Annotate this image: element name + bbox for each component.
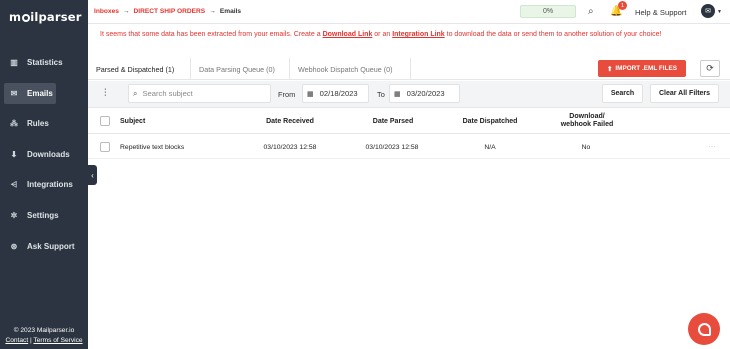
filter-sliders-icon[interactable]: ⫶ bbox=[104, 88, 107, 99]
column-subject[interactable]: Subject bbox=[120, 118, 145, 126]
arrow-right-icon: → bbox=[209, 8, 216, 15]
column-download-failed-line1: Download/ bbox=[569, 113, 605, 120]
extraction-notice: It seems that some data has been extract… bbox=[100, 29, 720, 42]
logo-text-end: ilparser bbox=[30, 10, 82, 24]
to-date-field[interactable]: ▦ 03/20/2023 bbox=[389, 84, 460, 103]
topbar: Inboxes → DIRECT SHIP ORDERS → Emails 0%… bbox=[88, 0, 730, 24]
usage-progress-label: 0% bbox=[542, 8, 554, 15]
tab-webhook-dispatch-queue[interactable]: Webhook Dispatch Queue (0) bbox=[290, 58, 411, 80]
column-download-failed[interactable]: Download/ webhook Failed bbox=[553, 113, 621, 129]
refresh-button[interactable]: ⟳ bbox=[700, 60, 720, 77]
notice-text: It seems that some data has been extract… bbox=[100, 31, 323, 38]
search-button[interactable]: Search bbox=[602, 84, 643, 103]
breadcrumb-inboxes[interactable]: Inboxes bbox=[94, 8, 119, 15]
envelope-icon: ✉ bbox=[705, 8, 711, 15]
arrow-right-icon: → bbox=[122, 8, 130, 15]
filter-bar: ⫶ ⌕ From ▦ 02/18/2023 To ▦ 03/20/2023 Se… bbox=[88, 81, 730, 108]
sidebar-item-label: Settings bbox=[27, 210, 59, 220]
tab-data-parsing-queue[interactable]: Data Parsing Queue (0) bbox=[191, 58, 290, 80]
integration-link[interactable]: Integration Link bbox=[392, 31, 445, 38]
sidebar-item-rules[interactable]: ⁂ Rules bbox=[0, 113, 88, 134]
share-icon: ⩤ bbox=[10, 179, 18, 189]
table-header: Subject Date Received Date Parsed Date D… bbox=[88, 110, 730, 134]
support-chat-button[interactable] bbox=[688, 313, 720, 345]
search-icon[interactable]: ⌕ bbox=[588, 6, 594, 17]
tabs: Parsed & Dispatched (1) Data Parsing Que… bbox=[88, 58, 730, 80]
calendar-icon: ▦ bbox=[307, 90, 314, 98]
clear-filters-button[interactable]: Clear All Filters bbox=[650, 84, 719, 103]
terms-link[interactable]: Terms of Service bbox=[33, 337, 82, 344]
usage-progress: 0% bbox=[520, 5, 576, 18]
breadcrumb-current: Emails bbox=[219, 8, 242, 15]
tab-parsed-dispatched[interactable]: Parsed & Dispatched (1) bbox=[88, 58, 191, 80]
logo[interactable]: m ilparser bbox=[9, 10, 82, 24]
notification-badge: 1 bbox=[618, 1, 627, 10]
search-input[interactable] bbox=[142, 89, 263, 98]
column-date-dispatched[interactable]: Date Dispatched bbox=[453, 118, 527, 126]
sidebar-item-label: Downloads bbox=[27, 149, 70, 159]
calendar-icon: ▦ bbox=[394, 90, 401, 98]
from-label: From bbox=[278, 90, 296, 99]
cell-failed: No bbox=[581, 144, 591, 151]
cell-date-dispatched: N/A bbox=[484, 144, 496, 151]
cell-date-parsed: 03/10/2023 12:58 bbox=[365, 144, 419, 151]
search-icon: ⌕ bbox=[133, 88, 138, 98]
column-download-failed-line2: webhook Failed bbox=[560, 121, 614, 128]
sidebar-item-emails[interactable]: ✉ Emails bbox=[4, 82, 56, 104]
sidebar-item-label: Rules bbox=[27, 119, 49, 129]
breadcrumb-inbox[interactable]: DIRECT SHIP ORDERS bbox=[134, 8, 206, 15]
row-checkbox[interactable] bbox=[100, 142, 110, 152]
contact-link[interactable]: Contact bbox=[5, 337, 28, 344]
notice-text: or an bbox=[372, 31, 393, 38]
help-support-link[interactable]: Help & Support bbox=[635, 8, 687, 17]
sidebar-collapse-button[interactable]: ‹ bbox=[88, 165, 97, 185]
sidebar-footer: © 2023 Mailparser.io Contact | Terms of … bbox=[4, 326, 84, 345]
notice-text: to download the data or send them to ano… bbox=[444, 31, 662, 38]
footer-separator: | bbox=[30, 336, 32, 344]
avatar[interactable]: ✉ bbox=[701, 4, 715, 18]
lifebuoy-icon: ⊛ bbox=[10, 241, 18, 251]
sidebar-item-label: Ask Support bbox=[27, 241, 75, 251]
sidebar-item-integrations[interactable]: ⩤ Integrations bbox=[0, 174, 88, 195]
chat-bubble-icon bbox=[697, 322, 711, 336]
column-date-received[interactable]: Date Received bbox=[258, 118, 322, 126]
sidebar-nav: ▥ Statistics ✉ Emails ⁂ Rules ⬇ Download… bbox=[0, 52, 88, 266]
sidebar-item-settings[interactable]: ✲ Settings bbox=[0, 205, 88, 226]
import-eml-button[interactable]: ⬆ IMPORT .EML FILES bbox=[598, 60, 686, 77]
bar-chart-icon: ▥ bbox=[10, 58, 18, 67]
sidebar-item-downloads[interactable]: ⬇ Downloads bbox=[0, 144, 88, 165]
sidebar-item-statistics[interactable]: ▥ Statistics bbox=[0, 52, 88, 73]
gear-icon: ✲ bbox=[10, 210, 18, 220]
sitemap-icon: ⁂ bbox=[10, 119, 18, 129]
download-icon: ⬇ bbox=[10, 149, 18, 159]
caret-down-icon[interactable]: ▼ bbox=[717, 9, 722, 15]
app-window: m ilparser ▥ Statistics ✉ Emails ⁂ Rules … bbox=[0, 0, 730, 349]
column-date-parsed[interactable]: Date Parsed bbox=[363, 118, 423, 126]
download-link[interactable]: Download Link bbox=[323, 31, 373, 38]
breadcrumb: Inboxes → DIRECT SHIP ORDERS → Emails bbox=[94, 8, 241, 15]
from-date-field[interactable]: ▦ 02/18/2023 bbox=[302, 84, 369, 103]
cell-subject[interactable]: Repetitive text blocks bbox=[120, 144, 184, 151]
copyright: © 2023 Mailparser.io bbox=[13, 327, 75, 334]
table-row[interactable]: Repetitive text blocks 03/10/2023 12:58 … bbox=[88, 136, 730, 159]
sidebar-item-label: Integrations bbox=[27, 180, 73, 190]
import-eml-label: IMPORT .EML FILES bbox=[615, 65, 678, 72]
logo-ring bbox=[21, 13, 30, 22]
select-all-checkbox[interactable] bbox=[100, 116, 110, 126]
row-actions-icon[interactable]: ⋯ bbox=[708, 142, 716, 151]
from-date-value: 02/18/2023 bbox=[319, 89, 358, 98]
to-label: To bbox=[377, 90, 385, 99]
to-date-value: 03/20/2023 bbox=[406, 89, 445, 98]
sidebar-item-label: Emails bbox=[27, 88, 53, 98]
envelope-icon: ✉ bbox=[10, 88, 18, 98]
sidebar-item-label: Statistics bbox=[27, 58, 63, 67]
chevron-left-icon: ‹ bbox=[91, 170, 94, 180]
sidebar-item-ask-support[interactable]: ⊛ Ask Support bbox=[0, 236, 88, 257]
refresh-icon: ⟳ bbox=[706, 63, 714, 73]
logo-text-start: m bbox=[9, 10, 22, 24]
upload-icon: ⬆ bbox=[606, 65, 613, 73]
cell-date-received: 03/10/2023 12:58 bbox=[263, 144, 317, 151]
sidebar: m ilparser ▥ Statistics ✉ Emails ⁂ Rules … bbox=[0, 0, 88, 349]
search-field: ⌕ bbox=[128, 84, 271, 103]
